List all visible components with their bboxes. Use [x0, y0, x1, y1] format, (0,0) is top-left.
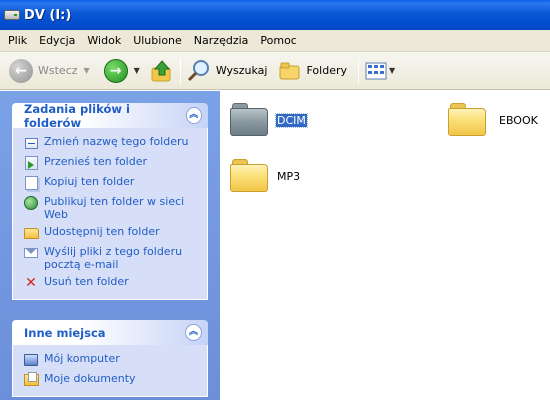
task-label: Zmień nazwę tego folderu — [44, 135, 189, 148]
views-icon — [365, 62, 387, 79]
toolbar: ← Wstecz ▼ → ▼ Wyszukaj Foldery ▼ — [0, 52, 550, 90]
globe-icon — [23, 195, 39, 211]
task-pane: Zadania plików i folderów ︽ Zmień nazwę … — [0, 91, 220, 400]
place-label: Moje dokumenty — [44, 372, 136, 385]
menu-bar: Plik Edycja Widok Ulubione Narzędzia Pom… — [0, 30, 550, 52]
back-button[interactable]: ← Wstecz ▼ — [6, 55, 93, 87]
toolbar-separator — [358, 57, 359, 84]
folder-label: DCIM — [275, 112, 308, 128]
forward-arrow-icon: → — [103, 58, 128, 83]
computer-icon — [23, 352, 39, 368]
file-folder-tasks-panel: Zadania plików i folderów ︽ Zmień nazwę … — [12, 101, 208, 300]
search-label: Wyszukaj — [215, 64, 268, 77]
task-label: Kopiuj ten folder — [44, 175, 135, 188]
folder-label: EBOOK — [499, 113, 538, 127]
move-icon — [23, 155, 39, 171]
forward-button[interactable]: → ▼ — [101, 55, 143, 87]
window-title: DV (I:) — [24, 7, 72, 23]
delete-icon: ✕ — [25, 275, 37, 291]
task-delete-folder[interactable]: ✕ Usuń ten folder — [23, 275, 199, 291]
panel-header[interactable]: Zadania plików i folderów ︽ — [12, 101, 208, 130]
documents-icon — [23, 372, 39, 388]
place-my-computer[interactable]: Mój komputer — [23, 352, 199, 368]
toolbar-separator — [179, 57, 181, 84]
collapse-chevron-icon[interactable]: ︽ — [185, 107, 202, 124]
up-folder-icon — [151, 59, 171, 81]
collapse-chevron-icon[interactable]: ︽ — [185, 324, 202, 341]
task-publish-folder[interactable]: Publikuj ten folder w sieci Web — [23, 195, 199, 221]
task-label: Usuń ten folder — [44, 275, 129, 288]
search-icon — [187, 59, 209, 81]
views-dropdown-icon[interactable]: ▼ — [389, 66, 395, 75]
menu-view[interactable]: Widok — [81, 31, 127, 51]
folder-item-ebook[interactable]: EBOOK — [448, 103, 539, 137]
task-copy-folder[interactable]: Kopiuj ten folder — [23, 175, 199, 191]
panel-body: Mój komputer Moje dokumenty — [12, 345, 208, 397]
folder-icon — [230, 159, 270, 193]
search-button[interactable]: Wyszukaj — [184, 55, 271, 87]
task-share-folder[interactable]: Udostępnij ten folder — [23, 225, 199, 241]
other-places-panel: Inne miejsca ︽ Mój komputer Moje dokumen… — [12, 320, 208, 397]
folder-content-view[interactable]: DCIM EBOOK MP3 — [220, 91, 550, 400]
panel-title: Inne miejsca — [24, 325, 106, 340]
copy-icon — [23, 175, 39, 191]
place-my-documents[interactable]: Moje dokumenty — [23, 372, 199, 388]
folder-label: MP3 — [277, 169, 301, 183]
back-arrow-icon: ← — [9, 58, 33, 83]
folder-icon — [230, 103, 270, 137]
folder-item-mp3[interactable]: MP3 — [230, 159, 301, 193]
task-label: Udostępnij ten folder — [44, 225, 160, 238]
panel-body: Zmień nazwę tego folderu Przenieś ten fo… — [12, 128, 208, 300]
menu-help[interactable]: Pomoc — [254, 31, 302, 51]
views-button[interactable]: ▼ — [362, 55, 398, 87]
task-label: Wyślij pliki z tego folderu pocztą e-mai… — [44, 245, 183, 271]
folders-label: Foldery — [306, 64, 347, 77]
panel-header[interactable]: Inne miejsca ︽ — [12, 320, 208, 345]
share-icon — [23, 225, 39, 241]
menu-file[interactable]: Plik — [2, 31, 33, 51]
folder-icon — [448, 103, 488, 137]
place-label: Mój komputer — [44, 352, 120, 365]
back-label: Wstecz — [38, 64, 78, 77]
title-bar[interactable]: DV (I:) — [0, 0, 550, 30]
menu-favorites[interactable]: Ulubione — [127, 31, 188, 51]
forward-dropdown-icon[interactable]: ▼ — [134, 66, 140, 75]
up-folder-button[interactable] — [147, 55, 177, 87]
explorer-window: DV (I:) Plik Edycja Widok Ulubione Narzę… — [0, 0, 550, 400]
mail-icon — [23, 245, 39, 261]
menu-tools[interactable]: Narzędzia — [188, 31, 255, 51]
menu-edit[interactable]: Edycja — [33, 31, 81, 51]
task-label: Publikuj ten folder w sieci Web — [44, 195, 185, 221]
panel-title: Zadania plików i folderów — [24, 101, 130, 130]
task-email-files[interactable]: Wyślij pliki z tego folderu pocztą e-mai… — [23, 245, 199, 271]
folders-button[interactable]: Foldery — [276, 55, 350, 87]
rename-icon — [23, 135, 39, 151]
task-move-folder[interactable]: Przenieś ten folder — [23, 155, 199, 171]
folder-item-dcim[interactable]: DCIM — [230, 103, 308, 137]
back-dropdown-icon[interactable]: ▼ — [84, 66, 90, 75]
folders-icon — [279, 62, 300, 79]
task-rename-folder[interactable]: Zmień nazwę tego folderu — [23, 135, 199, 151]
task-label: Przenieś ten folder — [44, 155, 148, 168]
drive-icon — [4, 10, 20, 20]
